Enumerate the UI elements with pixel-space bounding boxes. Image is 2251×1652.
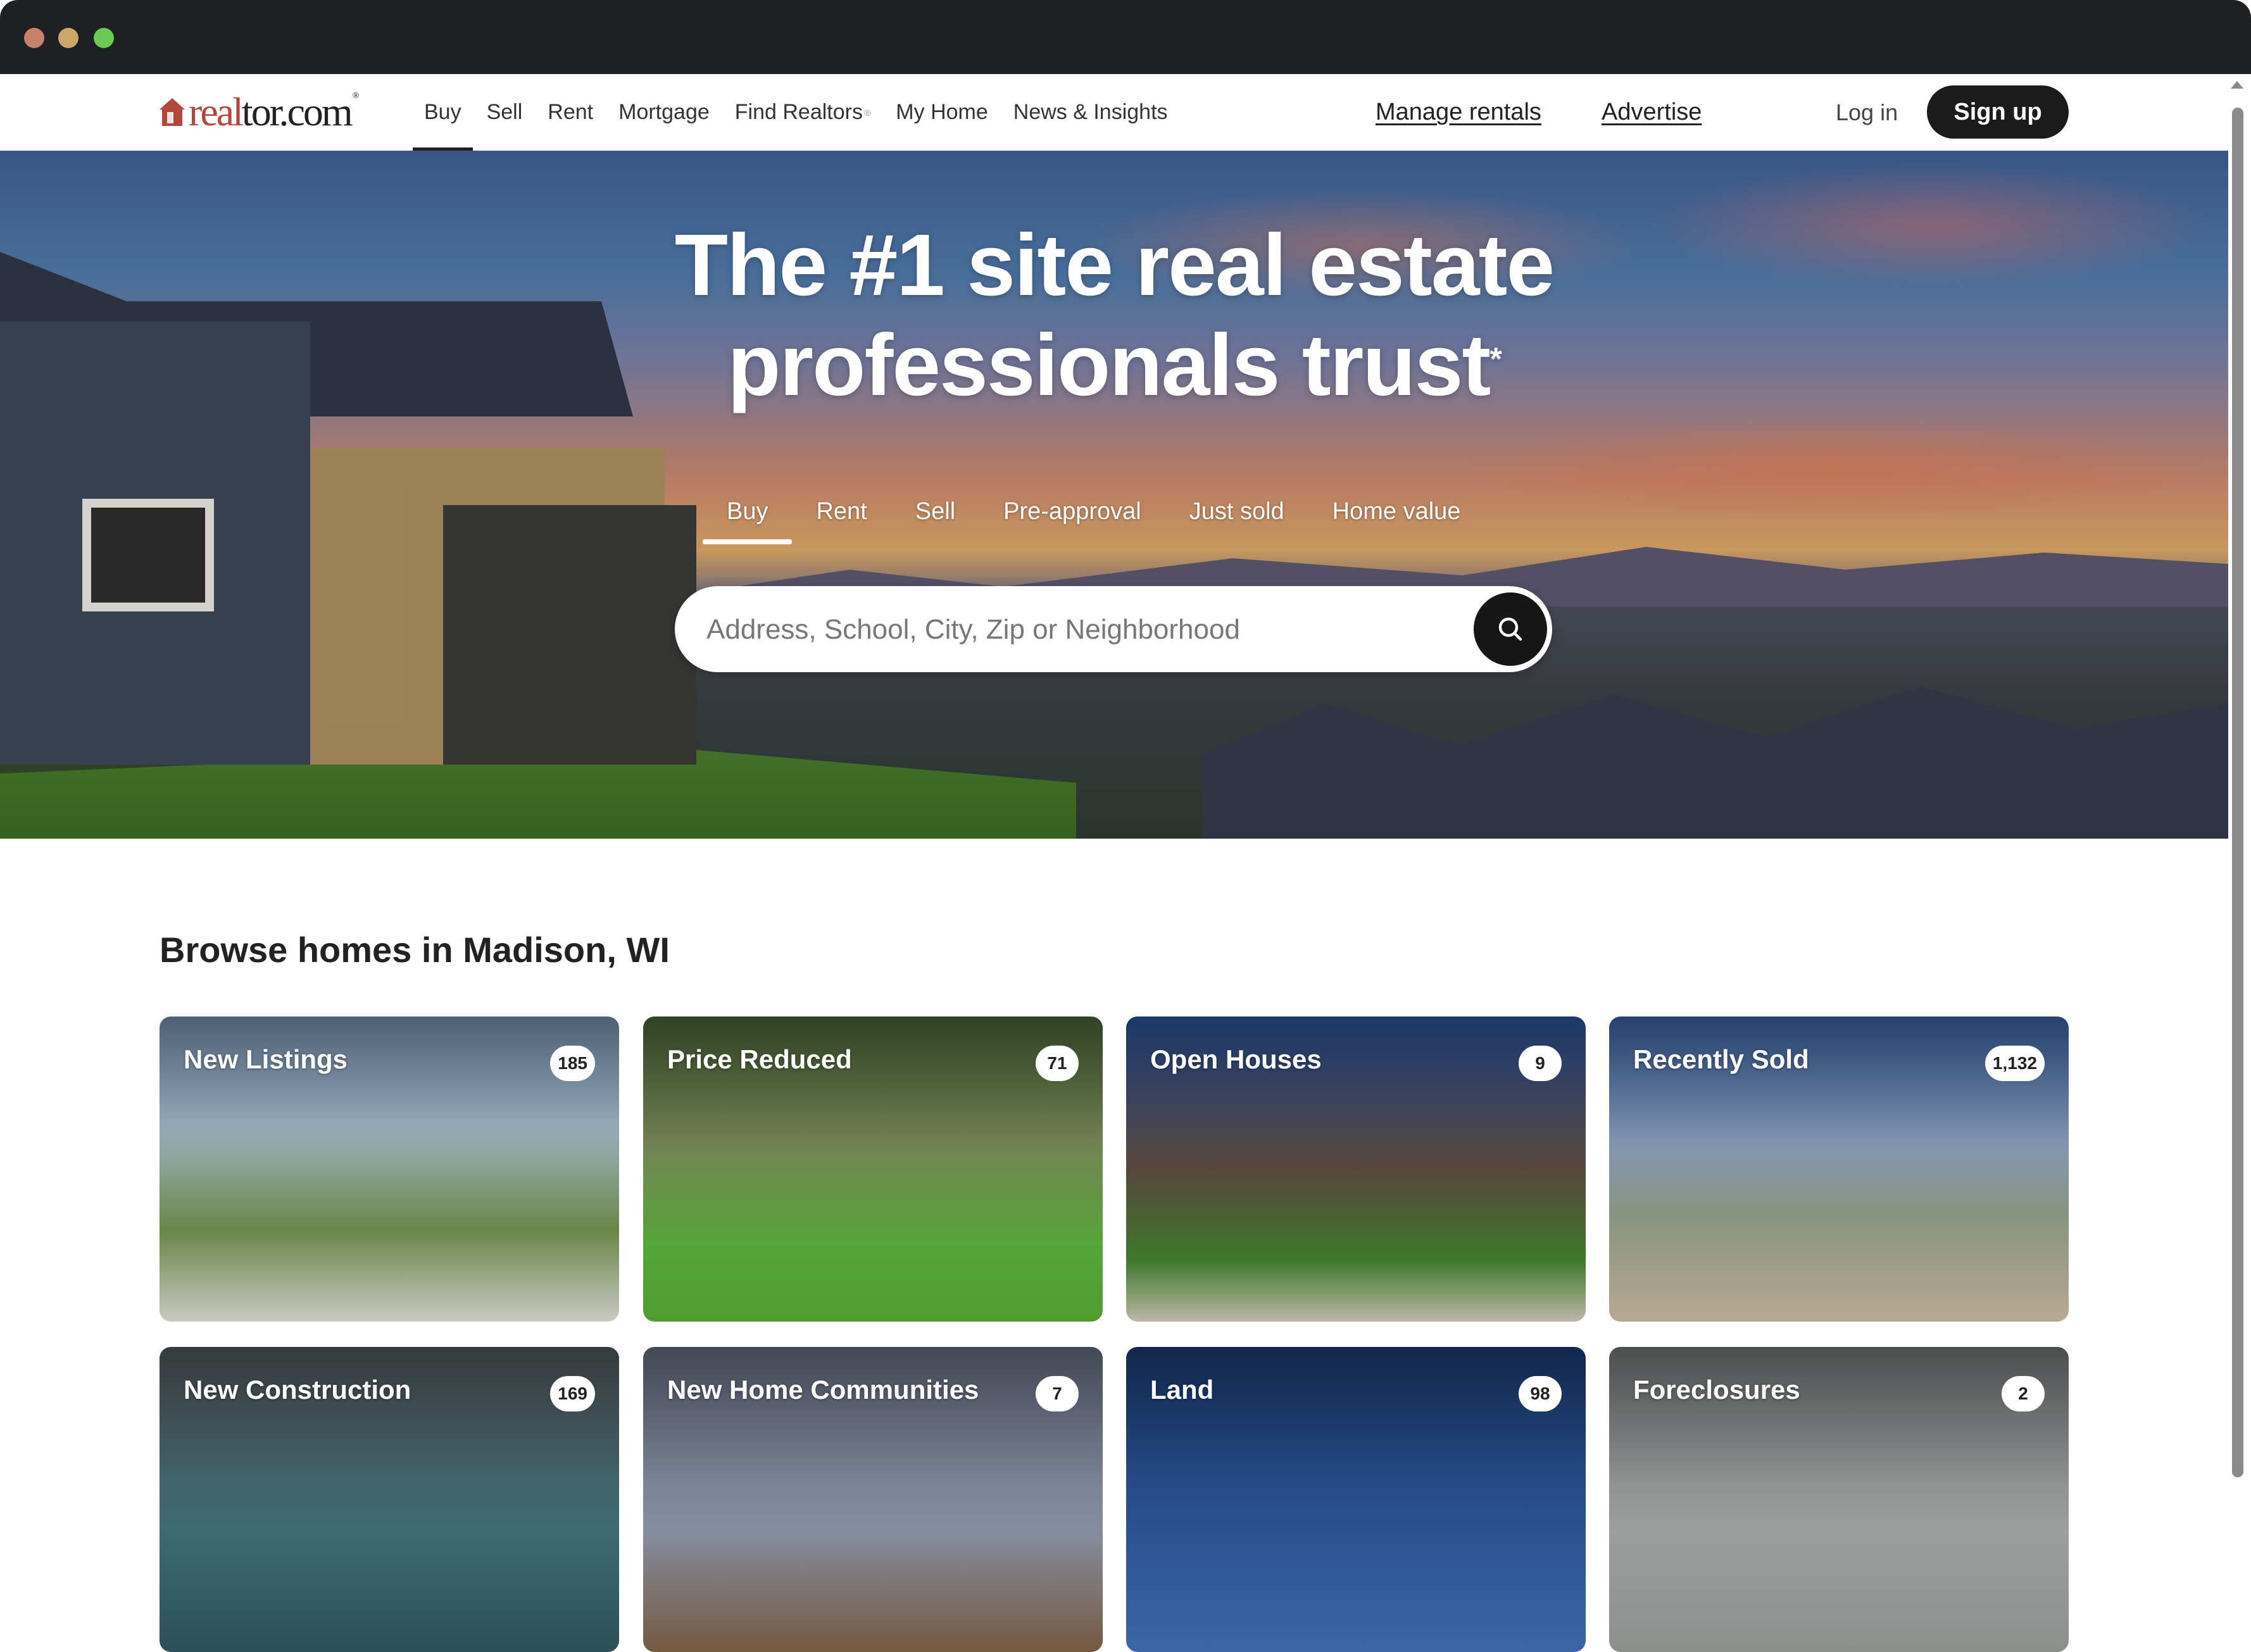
hero-tab-just-sold[interactable]: Just sold — [1165, 487, 1308, 535]
hero-headline: The #1 site real estate professionals tr… — [674, 216, 1555, 414]
logo-wordmark: realtor.com ® — [189, 89, 359, 134]
window-titlebar — [0, 0, 2251, 74]
manage-rentals-link[interactable]: Manage rentals — [1376, 74, 1541, 151]
hero-search-tabs: Buy Rent Sell Pre-approval Just sold Hom… — [703, 487, 1484, 544]
nav-link-mortgage[interactable]: Mortgage — [618, 74, 710, 151]
search-button[interactable] — [1474, 592, 1547, 666]
card-count-badge: 9 — [1519, 1046, 1562, 1081]
search-icon — [1498, 617, 1522, 641]
card-count-badge: 1,132 — [1985, 1046, 2045, 1081]
main-nav-links: Buy Sell Rent Mortgage Find Realtors ® My… — [413, 74, 1168, 151]
category-card-recently-sold[interactable]: Recently Sold 1,132 — [1609, 1017, 2069, 1322]
card-label: Open Houses — [1150, 1044, 1322, 1074]
category-card-open-houses[interactable]: Open Houses 9 — [1126, 1017, 1586, 1322]
scroll-up-arrow-icon[interactable] — [2231, 81, 2243, 89]
location-search-input[interactable] — [705, 586, 1417, 673]
top-navigation: realtor.com ® Buy Sell Rent Mortgage Find… — [0, 74, 2228, 151]
card-count-badge: 7 — [1036, 1376, 1079, 1411]
nav-link-buy[interactable]: Buy — [413, 74, 473, 151]
hero-tab-home-value[interactable]: Home value — [1308, 487, 1485, 535]
nav-link-rent[interactable]: Rent — [548, 74, 593, 151]
hero-tab-pre-approval[interactable]: Pre-approval — [979, 487, 1165, 535]
hero-tab-sell[interactable]: Sell — [891, 487, 979, 535]
card-count-badge: 169 — [550, 1376, 595, 1411]
realtor-logo[interactable]: realtor.com ® — [160, 89, 359, 134]
category-card-price-reduced[interactable]: Price Reduced 71 — [643, 1017, 1103, 1322]
nav-link-my-home[interactable]: My Home — [896, 74, 988, 151]
nav-link-sell[interactable]: Sell — [487, 74, 523, 151]
category-card-land[interactable]: Land 98 — [1126, 1347, 1586, 1652]
card-count-badge: 185 — [550, 1046, 595, 1081]
maximize-window-button[interactable] — [94, 28, 114, 48]
card-count-badge: 98 — [1519, 1376, 1562, 1411]
category-card-new-home-communities[interactable]: New Home Communities 7 — [643, 1347, 1103, 1652]
card-label: New Listings — [184, 1044, 348, 1074]
nav-link-find-realtors[interactable]: Find Realtors ® — [735, 74, 871, 151]
category-card-new-construction[interactable]: New Construction 169 — [160, 1347, 619, 1652]
card-label: Land — [1150, 1375, 1214, 1405]
hero-search-bar — [675, 586, 1552, 673]
card-label: Price Reduced — [667, 1044, 852, 1074]
category-card-foreclosures[interactable]: Foreclosures 2 — [1609, 1347, 2069, 1652]
card-label: Foreclosures — [1633, 1375, 1800, 1405]
card-label: New Construction — [184, 1375, 411, 1405]
card-label: Recently Sold — [1633, 1044, 1809, 1074]
minimize-window-button[interactable] — [58, 28, 78, 48]
close-window-button[interactable] — [24, 28, 44, 48]
scrollbar-thumb[interactable] — [2232, 108, 2243, 1477]
house-logo-icon — [160, 98, 185, 126]
card-count-badge: 2 — [2002, 1376, 2045, 1411]
signup-button[interactable]: Sign up — [1927, 85, 2069, 139]
card-count-badge: 71 — [1036, 1046, 1079, 1081]
login-link[interactable]: Log in — [1836, 74, 1898, 151]
card-label: New Home Communities — [667, 1375, 979, 1405]
hero-tab-rent[interactable]: Rent — [792, 487, 891, 535]
category-card-new-listings[interactable]: New Listings 185 — [160, 1017, 619, 1322]
browse-section-title: Browse homes in Madison, WI — [160, 930, 670, 970]
hero-tab-buy[interactable]: Buy — [703, 487, 793, 544]
advertise-link[interactable]: Advertise — [1602, 74, 1702, 151]
nav-link-news-insights[interactable]: News & Insights — [1013, 74, 1168, 151]
